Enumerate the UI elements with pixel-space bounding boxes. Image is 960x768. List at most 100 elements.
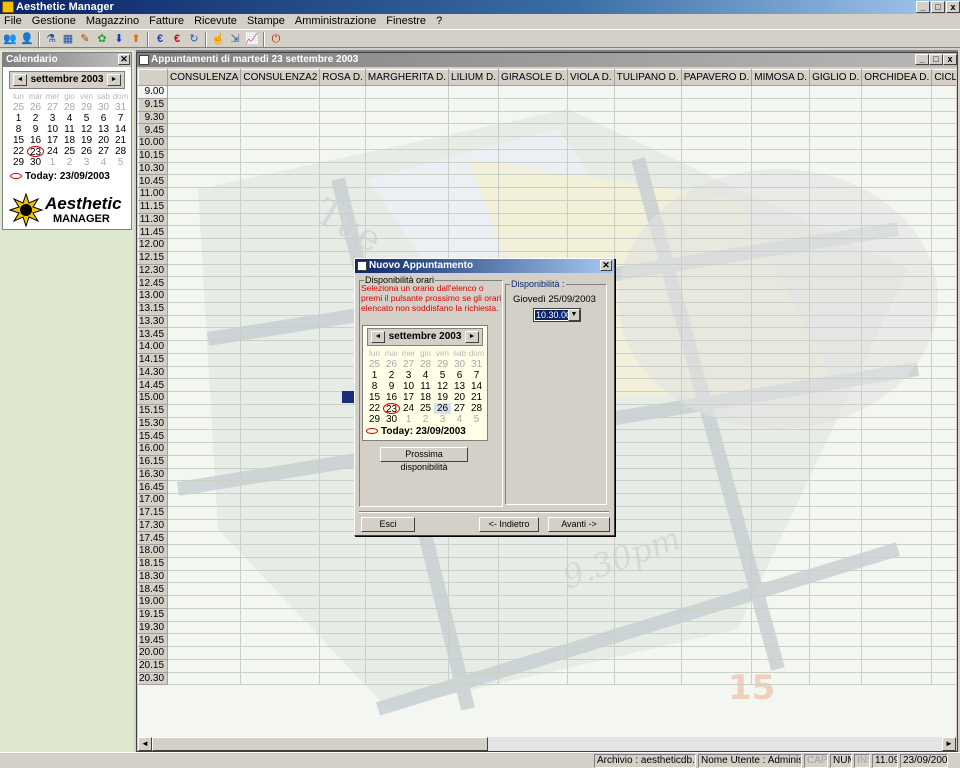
users-icon[interactable]: 👥 <box>3 32 17 46</box>
appointment-slot[interactable] <box>566 607 615 622</box>
appointment-slot[interactable] <box>861 544 933 558</box>
appointment-slot[interactable] <box>931 148 956 163</box>
appointment-slot[interactable] <box>809 582 863 596</box>
appointment-slot[interactable] <box>931 161 956 176</box>
appointment-slot[interactable] <box>167 391 242 405</box>
export-icon[interactable]: ⇲ <box>228 32 242 46</box>
appointment-slot[interactable] <box>613 429 682 443</box>
appointment-slot[interactable] <box>809 505 863 520</box>
appointment-slot[interactable] <box>240 212 321 227</box>
calendar-day[interactable]: 13 <box>451 381 468 392</box>
appointment-slot[interactable] <box>861 391 933 405</box>
calendar-day[interactable]: 29 <box>10 157 27 168</box>
appointment-slot[interactable] <box>240 136 321 150</box>
appointment-slot[interactable] <box>448 569 500 584</box>
appointment-slot[interactable] <box>167 263 242 278</box>
appointment-slot[interactable] <box>364 544 450 558</box>
appointment-slot[interactable] <box>448 620 500 635</box>
appointment-slot[interactable] <box>931 136 956 150</box>
appointment-slot[interactable] <box>680 544 753 558</box>
appointment-slot[interactable] <box>751 620 811 635</box>
appointment-slot[interactable] <box>448 85 500 99</box>
appointment-slot[interactable] <box>809 289 863 303</box>
appointment-slot[interactable] <box>751 136 811 150</box>
appointment-slot[interactable] <box>364 556 450 571</box>
appointment-slot[interactable] <box>809 250 863 265</box>
appointment-slot[interactable] <box>861 646 933 660</box>
appointment-slot[interactable] <box>680 365 753 380</box>
appointment-slot[interactable] <box>931 582 956 596</box>
calendar-day[interactable]: 28 <box>112 146 129 157</box>
maximize-button[interactable]: □ <box>931 1 945 13</box>
appointment-slot[interactable] <box>861 187 933 201</box>
appointment-slot[interactable] <box>809 238 863 252</box>
appointment-slot[interactable] <box>861 148 933 163</box>
appointment-slot[interactable] <box>613 263 682 278</box>
appointment-slot[interactable] <box>167 340 242 354</box>
appointment-slot[interactable] <box>167 467 242 482</box>
column-header[interactable]: LILIUM D. <box>448 69 500 86</box>
appointment-slot[interactable] <box>240 620 321 635</box>
appointment-slot[interactable] <box>566 595 615 609</box>
appointment-slot[interactable] <box>680 263 753 278</box>
calendar-day[interactable]: 4 <box>95 157 112 168</box>
appointment-slot[interactable] <box>240 556 321 571</box>
appointment-slot[interactable] <box>613 403 682 418</box>
appointment-slot[interactable] <box>498 595 568 609</box>
column-header[interactable]: ROSA D. <box>319 69 366 86</box>
appointment-slot[interactable] <box>680 454 753 469</box>
appointment-slot[interactable] <box>167 352 242 367</box>
appointment-slot[interactable] <box>364 671 450 686</box>
appointment-slot[interactable] <box>809 174 863 188</box>
appointment-slot[interactable] <box>861 671 933 686</box>
appointment-slot[interactable] <box>364 238 450 252</box>
appointment-slot[interactable] <box>931 110 956 125</box>
appointment-slot[interactable] <box>498 174 568 188</box>
chevron-down-icon[interactable]: ▼ <box>568 309 580 321</box>
calendar-day[interactable]: 5 <box>112 157 129 168</box>
appointment-slot[interactable] <box>751 633 811 647</box>
appointment-slot[interactable] <box>931 480 956 494</box>
appointment-slot[interactable] <box>680 301 753 316</box>
column-header[interactable]: MIMOSA D. <box>751 69 811 86</box>
appointment-slot[interactable] <box>861 416 933 431</box>
appointment-slot[interactable] <box>448 646 500 660</box>
appointment-slot[interactable] <box>931 531 956 545</box>
appointment-slot[interactable] <box>448 174 500 188</box>
appointment-slot[interactable] <box>809 365 863 380</box>
appointment-slot[interactable] <box>364 582 450 596</box>
calendar-day[interactable]: 18 <box>417 392 434 403</box>
appointment-slot[interactable] <box>680 148 753 163</box>
appointment-slot[interactable] <box>364 658 450 673</box>
appointment-slot[interactable] <box>364 569 450 584</box>
calendar-day[interactable]: 29 <box>366 414 383 425</box>
column-header[interactable]: CICLAMINO D. <box>931 69 956 86</box>
calendar-day[interactable]: 30 <box>27 157 44 168</box>
appointment-slot[interactable] <box>680 314 753 329</box>
appointment-slot[interactable] <box>751 607 811 622</box>
appointment-slot[interactable] <box>809 556 863 571</box>
appointment-slot[interactable] <box>680 442 753 456</box>
appointment-slot[interactable] <box>167 531 242 545</box>
appointment-slot[interactable] <box>751 416 811 431</box>
appointment-slot[interactable] <box>319 225 366 239</box>
appointment-slot[interactable] <box>448 556 500 571</box>
calendar-day[interactable]: 22 <box>366 403 383 414</box>
appointment-slot[interactable] <box>319 148 366 163</box>
appointment-slot[interactable] <box>566 187 615 201</box>
appointment-slot[interactable] <box>364 633 450 647</box>
appointment-slot[interactable] <box>167 569 242 584</box>
appointment-slot[interactable] <box>680 250 753 265</box>
appointment-slot[interactable] <box>931 467 956 482</box>
appointment-slot[interactable] <box>167 199 242 214</box>
appointment-slot[interactable] <box>240 110 321 125</box>
appointment-slot[interactable] <box>680 378 753 392</box>
column-header[interactable]: MARGHERITA D. <box>364 69 450 86</box>
menu-help[interactable]: ? <box>432 14 445 28</box>
calendar-day[interactable]: 27 <box>95 146 112 157</box>
calendar-day[interactable]: 9 <box>383 381 400 392</box>
appointment-slot[interactable] <box>751 340 811 354</box>
appointment-slot[interactable] <box>751 429 811 443</box>
appointment-slot[interactable] <box>751 646 811 660</box>
appointment-slot[interactable] <box>566 238 615 252</box>
